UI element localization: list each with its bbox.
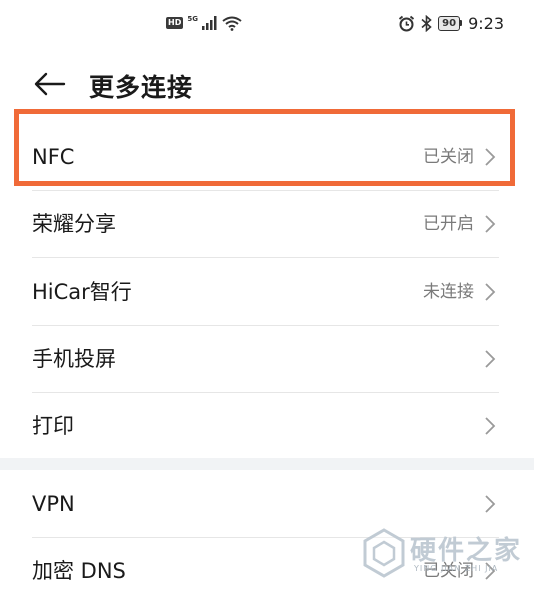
- clock-time: 9:23: [468, 13, 504, 33]
- list-item-screen-projection[interactable]: 手机投屏: [0, 326, 534, 392]
- back-arrow-icon[interactable]: [34, 72, 66, 96]
- page-title: 更多连接: [89, 73, 194, 102]
- list-item-honor-share[interactable]: 荣耀分享 已开启: [0, 191, 534, 257]
- section-separator: [0, 458, 534, 470]
- bluetooth-icon: [421, 14, 432, 32]
- chevron-right-icon: [485, 495, 496, 513]
- list-item-encrypted-dns[interactable]: 加密 DNS 已关闭: [0, 538, 534, 604]
- list-item-label: HiCar智行: [32, 280, 132, 304]
- list-item-label: 加密 DNS: [32, 559, 126, 583]
- chevron-right-icon: [485, 562, 496, 580]
- status-bar-connectivity: HD 5G: [166, 14, 242, 32]
- chevron-right-icon: [485, 350, 496, 368]
- list-item-label: 手机投屏: [32, 347, 116, 371]
- chevron-right-icon: [485, 283, 496, 301]
- list-item-nfc[interactable]: NFC 已关闭: [0, 124, 534, 190]
- list-item-status: 未连接: [423, 282, 474, 302]
- list-item-label: VPN: [32, 492, 75, 516]
- hd-badge: HD: [166, 17, 184, 29]
- list-item-status: 已关闭: [423, 147, 474, 167]
- signal-icon: [201, 16, 217, 30]
- list-item-status: 已开启: [423, 214, 474, 234]
- list-item-hicar[interactable]: HiCar智行 未连接: [0, 259, 534, 325]
- list-item-status: 已关闭: [423, 561, 474, 581]
- wifi-icon: [222, 16, 242, 31]
- status-bar: HD 5G 90 9:23: [0, 0, 534, 46]
- network-type-label: 5G: [187, 15, 198, 23]
- list-item-vpn[interactable]: VPN: [0, 471, 534, 537]
- battery-indicator: 90: [438, 15, 463, 31]
- list-item-label: NFC: [32, 145, 75, 169]
- divider: [32, 257, 499, 258]
- list-item-print[interactable]: 打印: [0, 393, 534, 459]
- alarm-icon: [399, 15, 415, 31]
- battery-tip: [460, 20, 463, 26]
- page-header: 更多连接: [0, 58, 534, 110]
- list-item-label: 打印: [32, 414, 74, 438]
- battery-level: 90: [438, 15, 461, 31]
- chevron-right-icon: [485, 148, 496, 166]
- chevron-right-icon: [485, 417, 496, 435]
- chevron-right-icon: [485, 215, 496, 233]
- list-item-label: 荣耀分享: [32, 212, 116, 236]
- status-bar-system: 90 9:23: [398, 13, 504, 33]
